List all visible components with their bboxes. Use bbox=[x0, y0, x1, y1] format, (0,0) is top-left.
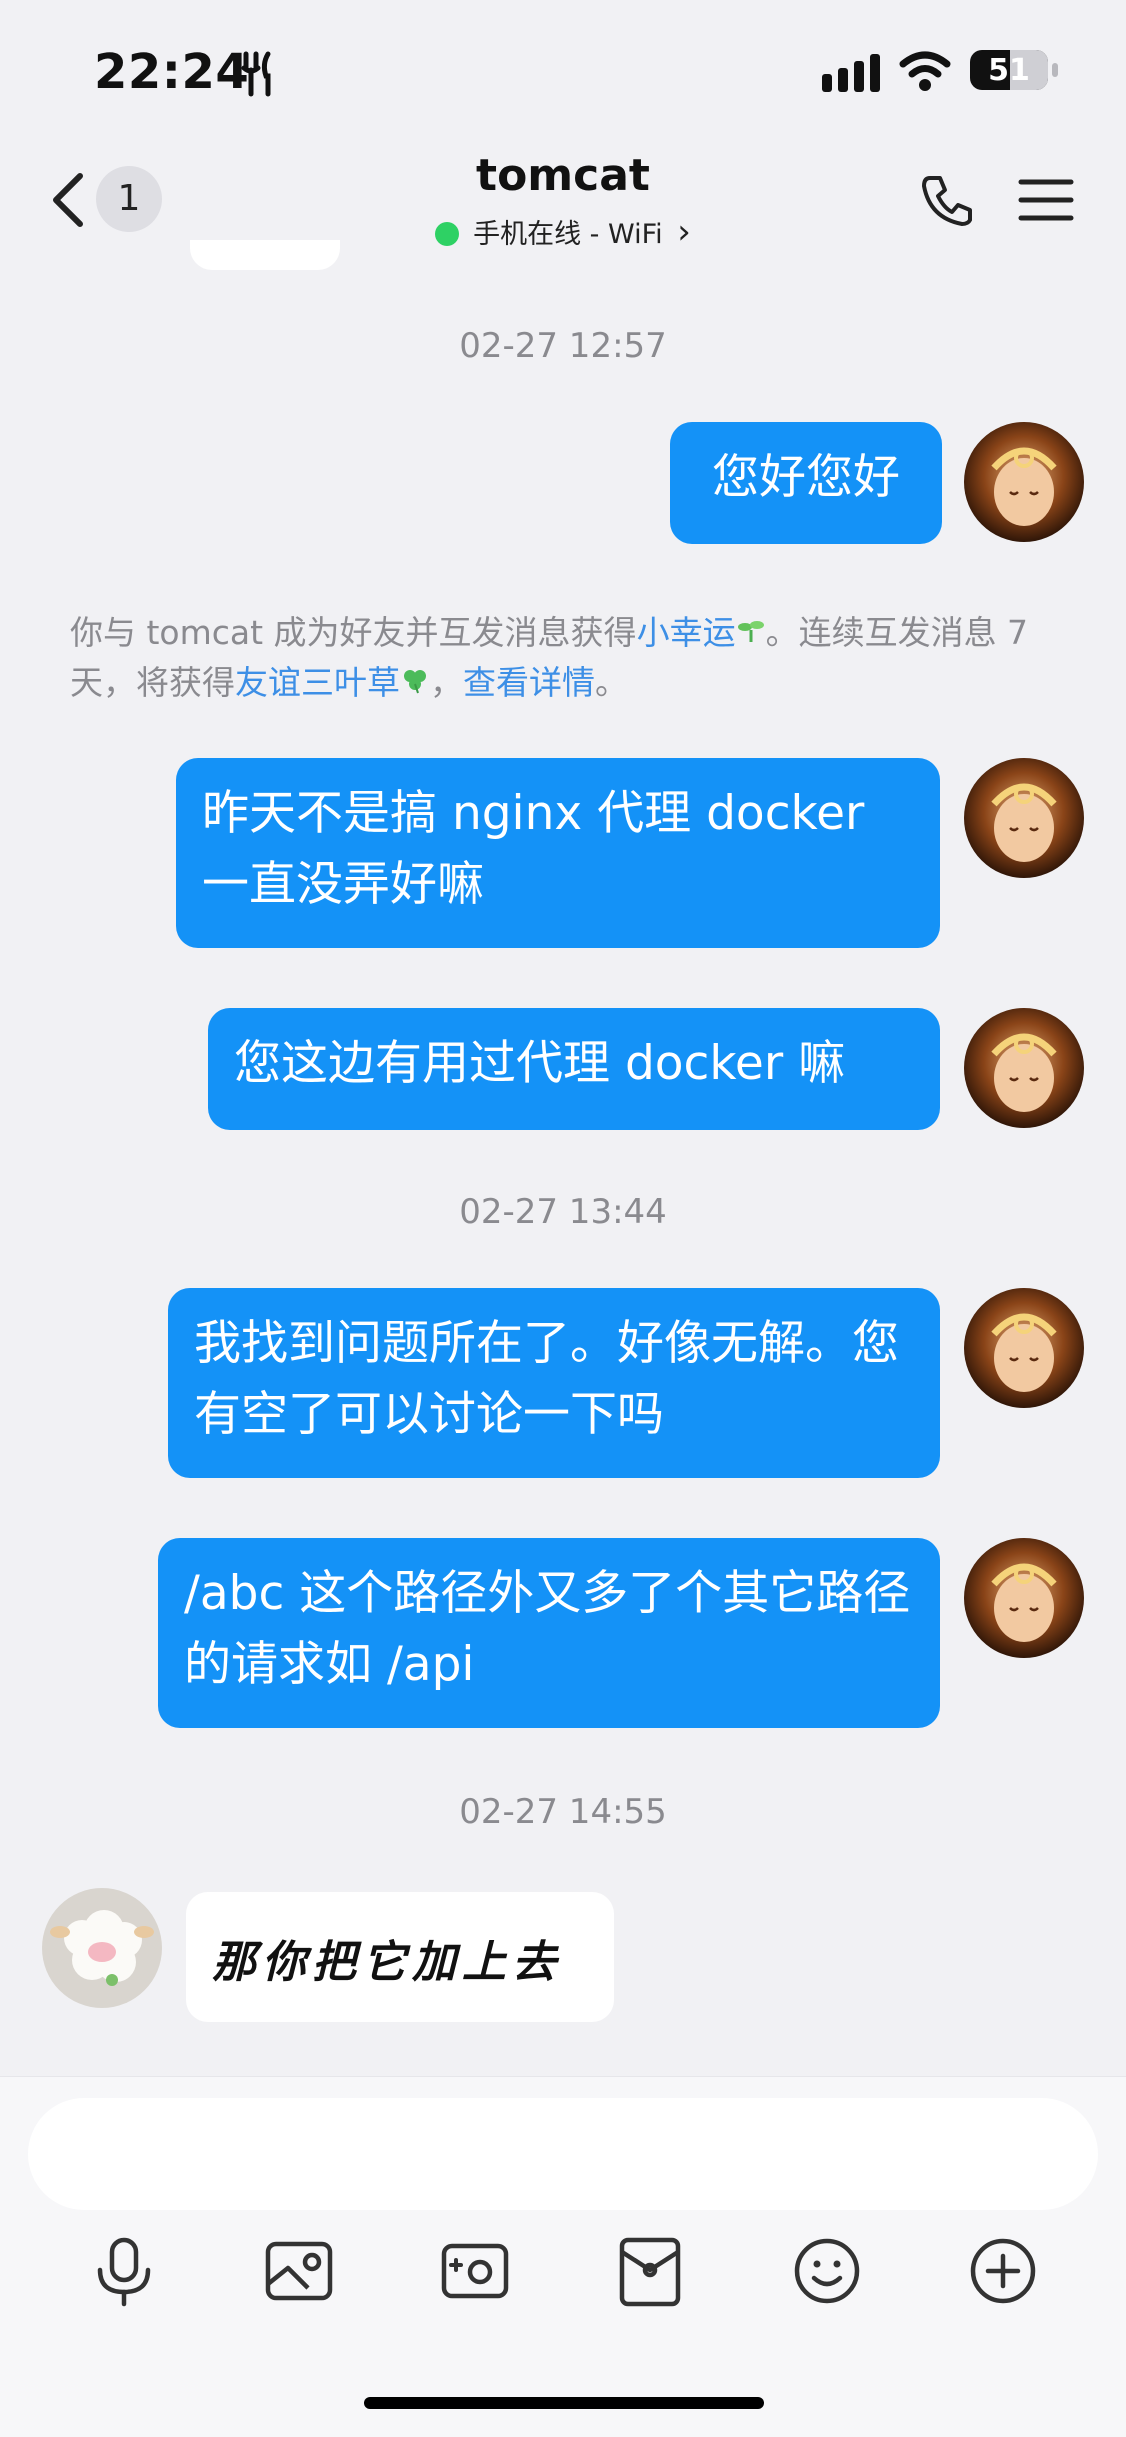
cellular-signal-icon bbox=[822, 54, 882, 96]
fluffy-sheep-avatar-image bbox=[42, 1888, 162, 2008]
chevron-right-icon: › bbox=[677, 212, 691, 252]
contact-avatar[interactable] bbox=[42, 1888, 162, 2008]
image-icon bbox=[265, 2241, 333, 2301]
more-menu-button[interactable] bbox=[1018, 176, 1074, 228]
notice-text: 你与 tomcat 成为好友并互发消息获得 bbox=[70, 613, 637, 652]
monkey-king-avatar-image bbox=[964, 758, 1084, 878]
monkey-king-avatar-image bbox=[964, 422, 1084, 542]
status-time: 22:24 bbox=[94, 44, 250, 100]
camera-icon bbox=[441, 2243, 509, 2299]
phone-icon bbox=[922, 176, 972, 226]
self-avatar[interactable] bbox=[964, 1008, 1084, 1128]
home-indicator[interactable] bbox=[364, 2397, 764, 2409]
hamburger-menu-icon bbox=[1018, 179, 1074, 221]
little-luck-link[interactable]: 小幸运 bbox=[637, 613, 736, 652]
emoji-icon bbox=[794, 2238, 860, 2304]
timestamp: 02-27 13:44 bbox=[459, 1192, 667, 1232]
outgoing-message-bubble[interactable]: /abc 这个路径外又多了个其它路径的请求如 /api bbox=[158, 1538, 940, 1728]
partial-message-bubble[interactable] bbox=[190, 240, 340, 270]
message-input[interactable] bbox=[28, 2098, 1098, 2210]
friendship-clover-link[interactable]: 友谊三叶草 bbox=[235, 663, 400, 702]
timestamp: 02-27 14:55 bbox=[459, 1792, 667, 1832]
friendship-system-notice: 你与 tomcat 成为好友并互发消息获得小幸运 。连续互发消息 7 天，将获得友… bbox=[70, 608, 1070, 708]
battery-icon: 51 bbox=[970, 50, 1058, 90]
battery-level: 51 bbox=[988, 53, 1030, 88]
self-avatar[interactable] bbox=[964, 422, 1084, 542]
notice-text: ， bbox=[430, 663, 463, 702]
incoming-message-bubble[interactable]: 那你把它加上去 bbox=[186, 1892, 614, 2022]
clover-icon bbox=[400, 663, 430, 702]
photo-album-button[interactable] bbox=[264, 2236, 334, 2310]
camera-button[interactable] bbox=[440, 2236, 510, 2310]
sprout-icon bbox=[736, 613, 766, 652]
microphone-icon bbox=[97, 2237, 151, 2307]
red-packet-button[interactable] bbox=[616, 2236, 684, 2312]
monkey-king-avatar-image bbox=[964, 1288, 1084, 1408]
self-avatar[interactable] bbox=[964, 1538, 1084, 1658]
monkey-king-avatar-image bbox=[964, 1008, 1084, 1128]
monkey-king-avatar-image bbox=[964, 1538, 1084, 1658]
wifi-icon bbox=[898, 50, 952, 96]
view-details-link[interactable]: 查看详情 bbox=[463, 663, 595, 702]
timestamp: 02-27 12:57 bbox=[459, 326, 667, 366]
outgoing-message-bubble[interactable]: 昨天不是搞 nginx 代理 docker 一直没弄好嘛 bbox=[176, 758, 940, 948]
plus-icon bbox=[970, 2238, 1036, 2304]
self-avatar[interactable] bbox=[964, 1288, 1084, 1408]
voice-message-button[interactable] bbox=[90, 2236, 158, 2312]
fork-knife-icon bbox=[238, 50, 274, 102]
outgoing-message-bubble[interactable]: 我找到问题所在了。好像无解。您有空了可以讨论一下吗 bbox=[168, 1288, 940, 1478]
phone-call-button[interactable] bbox=[920, 172, 974, 232]
online-status-dot bbox=[435, 222, 460, 246]
self-avatar[interactable] bbox=[964, 758, 1084, 878]
incoming-message-text: 那你把它加上去 bbox=[212, 1937, 562, 1988]
contact-status-text: 手机在线 - WiFi bbox=[473, 219, 663, 250]
more-actions-button[interactable] bbox=[968, 2236, 1038, 2310]
outgoing-message-bubble[interactable]: 您这边有用过代理 docker 嘛 bbox=[208, 1008, 940, 1130]
outgoing-message-bubble[interactable]: 您好您好 bbox=[670, 422, 942, 544]
red-packet-icon bbox=[619, 2237, 681, 2307]
notice-text: 。 bbox=[595, 663, 628, 702]
emoji-button[interactable] bbox=[792, 2236, 862, 2310]
